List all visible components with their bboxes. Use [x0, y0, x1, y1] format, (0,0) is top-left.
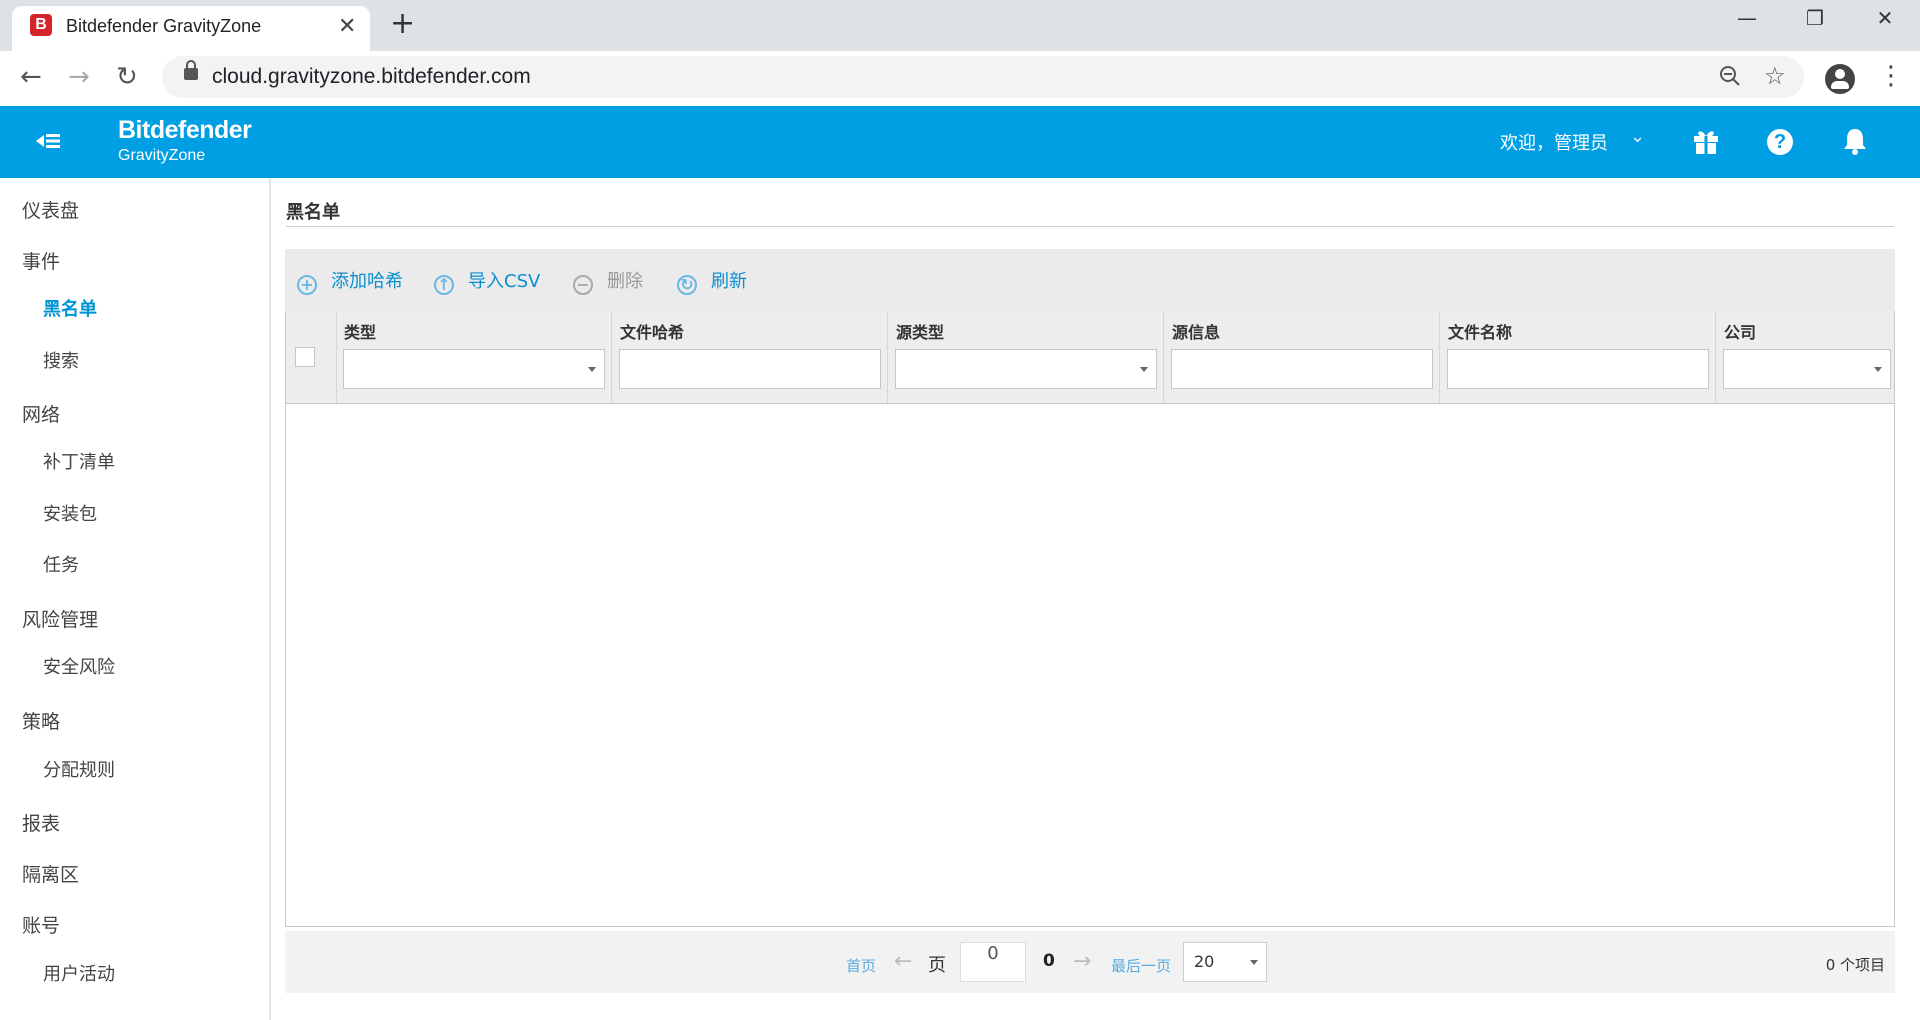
sidebar-item-user-activity[interactable]: 用户活动: [43, 960, 115, 986]
blacklist-table: 类型 文件哈希 源类型 源信息 文件名称 公司: [285, 311, 1895, 927]
column-company: 公司: [1716, 311, 1894, 403]
type-filter-select[interactable]: [343, 349, 605, 389]
column-type: 类型: [336, 311, 612, 403]
column-file-name: 文件名称: [1440, 311, 1716, 403]
sidebar-item-patch-inventory[interactable]: 补丁清单: [43, 448, 115, 474]
import-csv-button[interactable]: ↑ 导入CSV: [434, 267, 540, 295]
sidebar-item-packages[interactable]: 安装包: [43, 500, 97, 526]
total-pages: 0: [1043, 951, 1055, 971]
last-page-link[interactable]: 最后一页: [1111, 955, 1171, 976]
refresh-icon: ↻: [677, 275, 697, 295]
back-icon[interactable]: ←: [20, 62, 42, 92]
gift-icon[interactable]: [1690, 126, 1722, 158]
source-type-filter-select[interactable]: [895, 349, 1157, 389]
brand-name: Bitdefender: [118, 116, 252, 144]
brand-sub: GravityZone: [118, 147, 206, 164]
dropdown-caret-icon: [1140, 367, 1148, 372]
dropdown-caret-icon: [1874, 367, 1882, 372]
sidebar-item-quarantine[interactable]: 隔离区: [22, 860, 79, 887]
title-divider: [286, 226, 1894, 227]
next-page-arrow-icon[interactable]: →: [1073, 949, 1091, 974]
lock-icon: [184, 60, 198, 80]
action-toolbar: + 添加哈希 ↑ 导入CSV − 删除 ↻ 刷新: [285, 249, 1895, 311]
brand-logo[interactable]: Bitdefender GravityZone: [118, 116, 252, 165]
refresh-label: 刷新: [711, 271, 747, 292]
pagination-bar: 首页 ← 页 0 0 → 最后一页 20 0 个项目: [285, 931, 1895, 993]
sidebar-item-policies[interactable]: 策略: [22, 707, 60, 734]
bookmark-star-icon[interactable]: ☆: [1764, 62, 1786, 90]
prev-page-arrow-icon[interactable]: ←: [894, 949, 912, 974]
add-hash-label: 添加哈希: [331, 271, 403, 292]
dropdown-caret-icon: [588, 367, 596, 372]
delete-button[interactable]: − 删除: [573, 267, 643, 295]
column-source-info: 源信息: [1164, 311, 1440, 403]
sidebar-item-incidents[interactable]: 事件: [22, 247, 60, 274]
column-header-file-hash[interactable]: 文件哈希: [620, 319, 684, 343]
profile-icon[interactable]: [1825, 64, 1855, 94]
minimize-icon[interactable]: —: [1724, 6, 1770, 40]
column-source-type: 源类型: [888, 311, 1164, 403]
select-all-cell: [286, 311, 337, 403]
column-header-source-info[interactable]: 源信息: [1172, 319, 1220, 343]
page-label: 页: [928, 955, 946, 976]
bell-icon[interactable]: [1839, 126, 1871, 158]
file-name-filter-input[interactable]: [1447, 349, 1709, 389]
page-size-value: 20: [1194, 952, 1215, 971]
page-size-select[interactable]: 20: [1183, 942, 1267, 982]
welcome-user-menu[interactable]: 欢迎，管理员: [1500, 129, 1608, 155]
sidebar-item-blacklist[interactable]: 黑名单: [43, 295, 97, 321]
file-hash-filter-input[interactable]: [619, 349, 881, 389]
restore-icon[interactable]: ❐: [1792, 6, 1838, 40]
tab-title: Bitdefender GravityZone: [66, 16, 262, 36]
sidebar-item-accounts[interactable]: 账号: [22, 911, 60, 938]
forward-icon[interactable]: →: [68, 62, 90, 92]
sidebar-item-reports[interactable]: 报表: [22, 809, 60, 836]
source-info-filter-input[interactable]: [1171, 349, 1433, 389]
browser-tab[interactable]: B Bitdefender GravityZone ✕: [12, 6, 370, 51]
column-header-file-name[interactable]: 文件名称: [1448, 319, 1512, 343]
collapse-menu-icon[interactable]: [34, 126, 64, 156]
browser-tabstrip: B Bitdefender GravityZone ✕ + — ❐ ✕: [0, 0, 1920, 51]
sidebar-item-security-risks[interactable]: 安全风险: [43, 653, 115, 679]
browser-menu-icon[interactable]: ⋮: [1878, 61, 1904, 91]
window-close-icon[interactable]: ✕: [1862, 6, 1908, 40]
company-filter-select[interactable]: [1723, 349, 1891, 389]
sidebar-item-search[interactable]: 搜索: [43, 347, 79, 373]
select-all-checkbox[interactable]: [295, 347, 315, 367]
url-text: cloud.gravityzone.bitdefender.com: [212, 65, 531, 88]
sidebar-item-tasks[interactable]: 任务: [43, 551, 79, 577]
column-file-hash: 文件哈希: [612, 311, 888, 403]
add-hash-button[interactable]: + 添加哈希: [297, 267, 403, 295]
bitdefender-favicon-icon: B: [30, 14, 52, 36]
import-csv-label: 导入CSV: [468, 271, 541, 292]
chevron-down-icon[interactable]: ⌄: [1630, 126, 1645, 147]
item-count: 0 个项目: [1825, 956, 1885, 974]
new-tab-icon[interactable]: +: [390, 6, 415, 41]
column-header-type[interactable]: 类型: [344, 319, 376, 343]
reload-icon[interactable]: ↻: [116, 62, 138, 92]
column-header-source-type[interactable]: 源类型: [896, 319, 944, 343]
minus-circle-icon: −: [573, 275, 593, 295]
tab-close-icon[interactable]: ✕: [338, 14, 356, 39]
sidebar-item-assignment-rules[interactable]: 分配规则: [43, 756, 115, 782]
zoom-icon[interactable]: [1718, 62, 1742, 96]
refresh-button[interactable]: ↻ 刷新: [677, 267, 747, 295]
sidebar-item-network[interactable]: 网络: [22, 400, 60, 427]
browser-toolbar: ← → ↻ cloud.gravityzone.bitdefender.com …: [0, 51, 1920, 107]
address-bar[interactable]: cloud.gravityzone.bitdefender.com ☆: [162, 56, 1804, 98]
page-title: 黑名单: [286, 202, 340, 223]
sidebar-item-dashboard[interactable]: 仪表盘: [22, 196, 79, 223]
delete-label: 删除: [607, 271, 643, 292]
sidebar-nav: 仪表盘 事件 黑名单 搜索 网络 补丁清单 安装包 任务 风险管理 安全风险 策…: [0, 178, 271, 1020]
dropdown-caret-icon: [1250, 960, 1258, 965]
help-icon[interactable]: ?: [1764, 126, 1796, 158]
table-header: 类型 文件哈希 源类型 源信息 文件名称 公司: [286, 311, 1894, 404]
column-header-company[interactable]: 公司: [1724, 319, 1756, 343]
plus-circle-icon: +: [297, 275, 317, 295]
first-page-link[interactable]: 首页: [846, 955, 876, 976]
app-header: Bitdefender GravityZone 欢迎，管理员 ⌄ ?: [0, 106, 1920, 178]
page-number-input[interactable]: 0: [960, 942, 1026, 982]
upload-icon: ↑: [434, 275, 454, 295]
sidebar-item-risk-management[interactable]: 风险管理: [22, 605, 98, 632]
